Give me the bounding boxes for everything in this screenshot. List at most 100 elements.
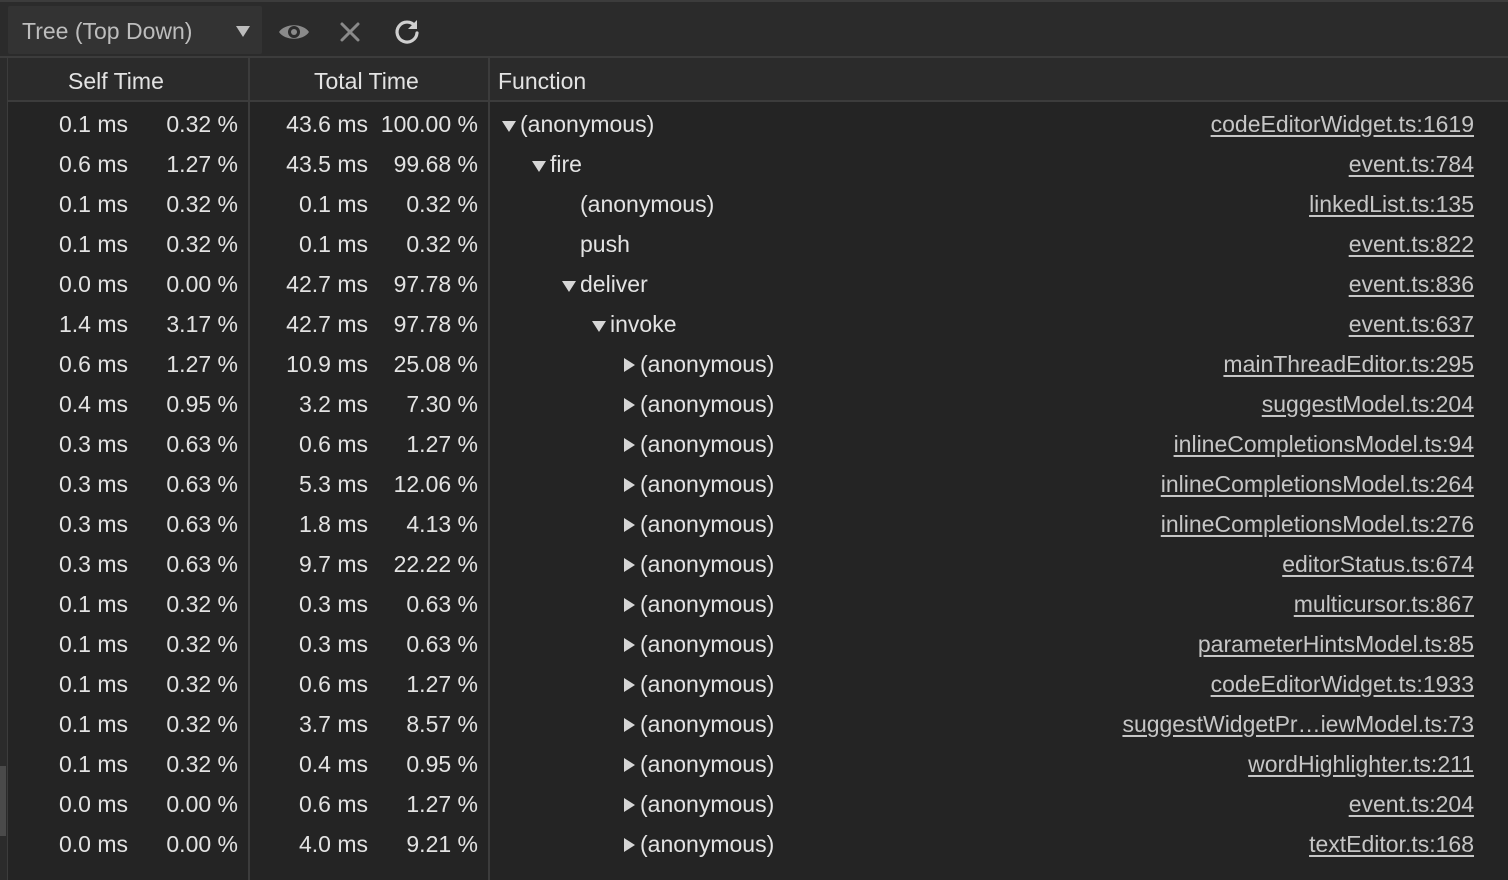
total-time-ms: 43.6 ms <box>286 111 368 137</box>
total-time-percent: 1.27 % <box>406 791 478 817</box>
expanded-triangle-icon[interactable] <box>500 115 518 135</box>
source-location-link[interactable]: multicursor.ts:867 <box>1294 591 1474 618</box>
total-time-percent: 1.27 % <box>406 671 478 697</box>
table-row[interactable]: 0.0 ms 0.00 % 42.7 ms 97.78 % deliver event.t… <box>8 263 1508 303</box>
table-row[interactable]: 0.3 ms 0.63 % 0.6 ms 1.27 % (anonymous) inlin… <box>8 423 1508 463</box>
total-time-percent: 12.06 % <box>393 471 478 497</box>
function-cell: (anonymous) <box>500 111 654 138</box>
self-time-percent: 0.32 % <box>166 231 238 257</box>
source-location-link[interactable]: event.ts:822 <box>1349 231 1474 258</box>
refresh-button[interactable] <box>389 14 425 50</box>
function-cell: push <box>580 231 630 258</box>
collapsed-triangle-icon[interactable] <box>620 635 638 655</box>
collapsed-triangle-icon[interactable] <box>620 355 638 375</box>
collapsed-triangle-icon[interactable] <box>620 675 638 695</box>
table-row[interactable]: 0.1 ms 0.32 % 0.1 ms 0.32 % (anonymous) linke… <box>8 183 1508 223</box>
focus-button[interactable] <box>276 14 312 50</box>
self-time-percent: 0.00 % <box>166 271 238 297</box>
total-time-ms: 0.3 ms <box>298 631 368 657</box>
source-location-link[interactable]: parameterHintsModel.ts:85 <box>1198 631 1474 658</box>
self-time-percent: 0.00 % <box>166 791 238 817</box>
total-time-ms: 0.6 ms <box>298 671 368 697</box>
source-location-link[interactable]: linkedList.ts:135 <box>1309 191 1474 218</box>
column-header-self-time[interactable]: Self Time <box>68 68 164 95</box>
column-header-function[interactable]: Function <box>498 68 586 95</box>
self-time-ms: 0.1 ms <box>58 111 128 137</box>
total-time-percent: 0.95 % <box>406 751 478 777</box>
source-location-link[interactable]: event.ts:784 <box>1349 151 1474 178</box>
source-location-link[interactable]: suggestModel.ts:204 <box>1262 391 1474 418</box>
collapsed-triangle-icon[interactable] <box>620 475 638 495</box>
refresh-icon <box>395 20 419 44</box>
source-location-link[interactable]: codeEditorWidget.ts:1933 <box>1211 671 1474 698</box>
collapsed-triangle-icon[interactable] <box>620 435 638 455</box>
source-location-link[interactable]: inlineCompletionsModel.ts:276 <box>1161 511 1474 538</box>
expanded-triangle-icon[interactable] <box>530 155 548 175</box>
function-name: (anonymous) <box>640 631 775 657</box>
total-time-percent: 100.00 % <box>380 111 478 137</box>
self-time-ms: 0.3 ms <box>58 431 128 457</box>
table-row[interactable]: 0.0 ms 0.00 % 0.6 ms 1.27 % (anonymous) event… <box>8 783 1508 823</box>
source-location-link[interactable]: inlineCompletionsModel.ts:264 <box>1161 471 1474 498</box>
collapsed-triangle-icon[interactable] <box>620 515 638 535</box>
source-location-link[interactable]: mainThreadEditor.ts:295 <box>1223 351 1474 378</box>
source-location-link[interactable]: event.ts:836 <box>1349 271 1474 298</box>
table-row[interactable]: 0.6 ms 1.27 % 10.9 ms 25.08 % (anonymous) mai… <box>8 343 1508 383</box>
collapsed-triangle-icon[interactable] <box>620 835 638 855</box>
view-mode-select[interactable]: Tree (Top Down) <box>8 6 262 54</box>
expanded-triangle-icon[interactable] <box>560 275 578 295</box>
function-cell: deliver <box>560 271 648 298</box>
source-location-link[interactable]: suggestWidgetPr…iewModel.ts:73 <box>1122 711 1474 738</box>
table-row[interactable]: 0.1 ms 0.32 % 0.6 ms 1.27 % (anonymous) codeE… <box>8 663 1508 703</box>
function-name: (anonymous) <box>640 831 775 857</box>
scrollbar-thumb[interactable] <box>0 766 6 836</box>
collapsed-triangle-icon[interactable] <box>620 755 638 775</box>
table-row[interactable]: 1.4 ms 3.17 % 42.7 ms 97.78 % invoke event.ts… <box>8 303 1508 343</box>
table-row[interactable]: 0.1 ms 0.32 % 0.3 ms 0.63 % (anonymous) multi… <box>8 583 1508 623</box>
table-row[interactable]: 0.3 ms 0.63 % 5.3 ms 12.06 % (anonymous) inli… <box>8 463 1508 503</box>
table-row[interactable]: 0.1 ms 0.32 % 3.7 ms 8.57 % (anonymous) sugge… <box>8 703 1508 743</box>
total-time-ms: 3.7 ms <box>298 711 368 737</box>
total-time-percent: 99.68 % <box>393 151 478 177</box>
source-location-link[interactable]: event.ts:204 <box>1349 791 1474 818</box>
source-location-link[interactable]: event.ts:637 <box>1349 311 1474 338</box>
self-time-percent: 0.95 % <box>166 391 238 417</box>
function-name: (anonymous) <box>640 351 775 377</box>
self-time-ms: 0.1 ms <box>58 231 128 257</box>
collapsed-triangle-icon[interactable] <box>620 795 638 815</box>
table-row[interactable]: 0.1 ms 0.32 % 0.3 ms 0.63 % (anonymous) param… <box>8 623 1508 663</box>
self-time-ms: 0.0 ms <box>58 271 128 297</box>
table-row[interactable]: 0.1 ms 0.32 % 0.1 ms 0.32 % push event.ts:822 <box>8 223 1508 263</box>
function-cell: (anonymous) <box>620 431 774 458</box>
table-row[interactable]: 0.3 ms 0.63 % 9.7 ms 22.22 % (anonymous) edit… <box>8 543 1508 583</box>
self-time-percent: 0.32 % <box>166 111 238 137</box>
function-name: deliver <box>580 271 648 297</box>
source-location-link[interactable]: inlineCompletionsModel.ts:94 <box>1174 431 1474 458</box>
function-name: invoke <box>610 311 677 337</box>
table-row[interactable]: 0.3 ms 0.63 % 1.8 ms 4.13 % (anonymous) inlin… <box>8 503 1508 543</box>
table-row[interactable]: 0.1 ms 0.32 % 0.4 ms 0.95 % (anonymous) wordH… <box>8 743 1508 783</box>
expanded-triangle-icon[interactable] <box>590 315 608 335</box>
source-location-link[interactable]: codeEditorWidget.ts:1619 <box>1211 111 1474 138</box>
exclude-button[interactable] <box>332 14 368 50</box>
function-cell: (anonymous) <box>620 631 774 658</box>
total-time-ms: 42.7 ms <box>286 311 368 337</box>
total-time-percent: 1.27 % <box>406 431 478 457</box>
source-location-link[interactable]: editorStatus.ts:674 <box>1282 551 1474 578</box>
total-time-percent: 4.13 % <box>406 511 478 537</box>
table-row[interactable]: 0.6 ms 1.27 % 43.5 ms 99.68 % fire event.ts:7… <box>8 143 1508 183</box>
source-location-link[interactable]: textEditor.ts:168 <box>1309 831 1474 858</box>
function-cell: invoke <box>590 311 676 338</box>
source-location-link[interactable]: wordHighlighter.ts:211 <box>1248 751 1474 778</box>
collapsed-triangle-icon[interactable] <box>620 715 638 735</box>
self-time-ms: 0.0 ms <box>58 791 128 817</box>
collapsed-triangle-icon[interactable] <box>620 555 638 575</box>
total-time-ms: 0.1 ms <box>298 231 368 257</box>
table-row[interactable]: 0.4 ms 0.95 % 3.2 ms 7.30 % (anonymous) sugge… <box>8 383 1508 423</box>
column-header-total-time[interactable]: Total Time <box>314 68 419 95</box>
table-row[interactable]: 0.0 ms 0.00 % 4.0 ms 9.21 % (anonymous) textE… <box>8 823 1508 863</box>
table-row[interactable]: 0.1 ms 0.32 % 43.6 ms 100.00 % (anonymous) co… <box>8 103 1508 143</box>
collapsed-triangle-icon[interactable] <box>620 595 638 615</box>
total-time-percent: 9.21 % <box>406 831 478 857</box>
collapsed-triangle-icon[interactable] <box>620 395 638 415</box>
